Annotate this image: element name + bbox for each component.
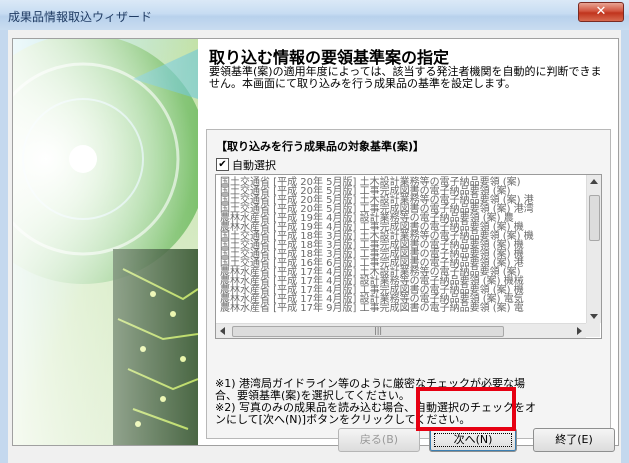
- criteria-group-title: 【取り込みを行う成果品の対象基準(案)】: [216, 140, 425, 153]
- close-button[interactable]: ✕: [578, 2, 624, 22]
- wizard-client-area: 取り込む情報の要領基準案の指定 要領基準(案)の適用年度によっては、該当する発注…: [8, 30, 621, 463]
- check-icon: ✔: [218, 159, 227, 170]
- decorative-cd-image: [13, 39, 198, 445]
- vertical-scrollbar[interactable]: [586, 175, 601, 323]
- horizontal-scroll-thumb[interactable]: |||: [232, 326, 504, 337]
- arrow-up-icon[interactable]: [590, 179, 598, 184]
- auto-select-checkbox[interactable]: ✔: [216, 158, 229, 171]
- window-frame-right: [621, 30, 629, 463]
- arrow-left-icon[interactable]: [220, 327, 225, 335]
- horizontal-scrollbar[interactable]: |||: [216, 323, 586, 338]
- vertical-scroll-thumb[interactable]: [589, 195, 600, 241]
- list-item[interactable]: 農林水産省 [平成 17年 9月版] 工事完成図書の電子納品要領 (案) 電: [220, 303, 524, 314]
- note-2-line-2: ンにして[次へ(N)]ボタンをクリックしてください。: [215, 413, 471, 426]
- scroll-corner: [586, 323, 600, 337]
- wizard-panel: 取り込む情報の要領基準案の指定 要領基準(案)の適用年度によっては、該当する発注…: [12, 38, 619, 446]
- auto-select-label[interactable]: 自動選択: [232, 157, 276, 173]
- highlight-box: [416, 387, 516, 431]
- close-icon: ✕: [595, 4, 607, 19]
- back-button[interactable]: 戻る(B): [338, 428, 420, 452]
- window-frame-left: [0, 30, 8, 463]
- focus-rectangle: [434, 433, 512, 447]
- page-description: 要領基準(案)の適用年度によっては、該当する発注者機関を自動的に判断できません。…: [209, 65, 602, 90]
- arrow-right-icon[interactable]: [577, 327, 582, 335]
- finish-button[interactable]: 終了(E): [533, 428, 615, 452]
- arrow-down-icon[interactable]: [590, 314, 598, 319]
- criteria-listbox[interactable]: 国土交通省 [平成 20年 5月版] 土木設計業務等の電子納品要領 (案) 国土…: [215, 174, 602, 339]
- grip-icon: |||: [374, 326, 383, 335]
- criteria-group: 【取り込みを行う成果品の対象基準(案)】 ✔ 自動選択 国土交通省 [平成 20…: [206, 129, 611, 439]
- wizard-window: 成果品情報取込ウィザード ✕ 取り込む情報の要領基準案の指定 要領基準(案)の適…: [0, 0, 629, 463]
- title-bar[interactable]: 成果品情報取込ウィザード ✕: [0, 0, 629, 31]
- next-button[interactable]: 次へ(N): [429, 428, 517, 452]
- window-title: 成果品情報取込ウィザード: [8, 10, 153, 24]
- criteria-list: 国土交通省 [平成 20年 5月版] 土木設計業務等の電子納品要領 (案) 国土…: [216, 175, 586, 323]
